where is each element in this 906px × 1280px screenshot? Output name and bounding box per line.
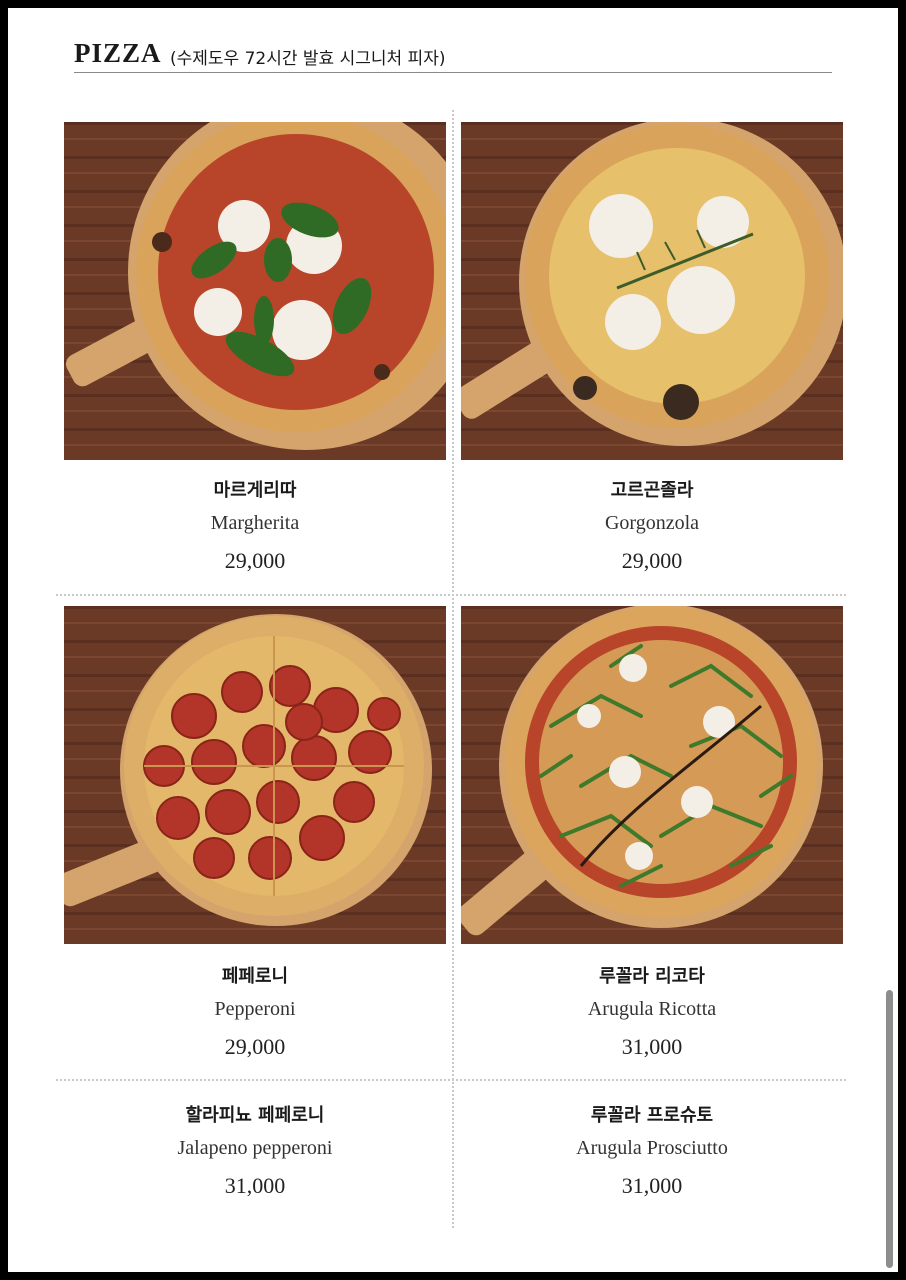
item-name-en: Arugula Ricotta <box>587 998 717 1020</box>
section-subtitle: (수제도우 72시간 발효 시그니처 피자) <box>170 49 446 69</box>
row-divider-1 <box>56 594 846 596</box>
menu-item-arugula-ricotta[interactable]: 루꼴라 리코타 Arugula Ricotta 31,000 <box>461 964 843 1062</box>
item-name-kr: 할라피뇨 페페로니 <box>185 1105 325 1126</box>
item-price: 29,000 <box>224 548 286 573</box>
column-divider <box>452 110 454 1228</box>
item-name-en: Margherita <box>210 512 300 534</box>
row-divider-2 <box>56 1079 846 1081</box>
pizza-photo-gorgonzola[interactable] <box>461 122 843 460</box>
item-price: 29,000 <box>224 1034 286 1059</box>
menu-item-margherita[interactable]: 마르게리따 Margherita 29,000 <box>64 478 446 576</box>
scrollbar-thumb[interactable] <box>886 990 893 1268</box>
pizza-photo-pepperoni[interactable] <box>64 606 446 944</box>
item-price: 31,000 <box>621 1173 683 1198</box>
item-name-kr: 고르곤졸라 <box>610 480 694 501</box>
menu-item-jalapeno-pepperoni[interactable]: 할라피뇨 페페로니 Jalapeno pepperoni 31,000 <box>64 1103 446 1201</box>
menu-item-pepperoni[interactable]: 페페로니 Pepperoni 29,000 <box>64 964 446 1062</box>
item-name-en: Jalapeno pepperoni <box>177 1137 333 1159</box>
item-name-kr: 페페로니 <box>221 966 289 987</box>
pizza-photo-arugula-ricotta[interactable] <box>461 606 843 944</box>
section-title: PIZZA <box>74 38 162 68</box>
item-name-en: Pepperoni <box>214 998 296 1020</box>
item-name-en: Gorgonzola <box>604 512 700 534</box>
menu-item-arugula-prosciutto[interactable]: 루꼴라 프로슈토 Arugula Prosciutto 31,000 <box>461 1103 843 1201</box>
item-name-kr: 루꼴라 리코타 <box>599 966 705 987</box>
menu-item-gorgonzola[interactable]: 고르곤졸라 Gorgonzola 29,000 <box>461 478 843 576</box>
item-name-kr: 루꼴라 프로슈토 <box>590 1105 714 1126</box>
item-price: 31,000 <box>621 1034 683 1059</box>
item-name-kr: 마르게리따 <box>213 480 297 501</box>
pizza-photo-margherita[interactable] <box>64 122 446 460</box>
item-name-en: Arugula Prosciutto <box>576 1137 728 1159</box>
item-price: 29,000 <box>621 548 683 573</box>
item-price: 31,000 <box>224 1173 286 1198</box>
menu-page: PIZZA (수제도우 72시간 발효 시그니처 피자) 마르게리따 Margh… <box>8 8 898 1272</box>
section-header: PIZZA (수제도우 72시간 발효 시그니처 피자) <box>74 38 832 73</box>
